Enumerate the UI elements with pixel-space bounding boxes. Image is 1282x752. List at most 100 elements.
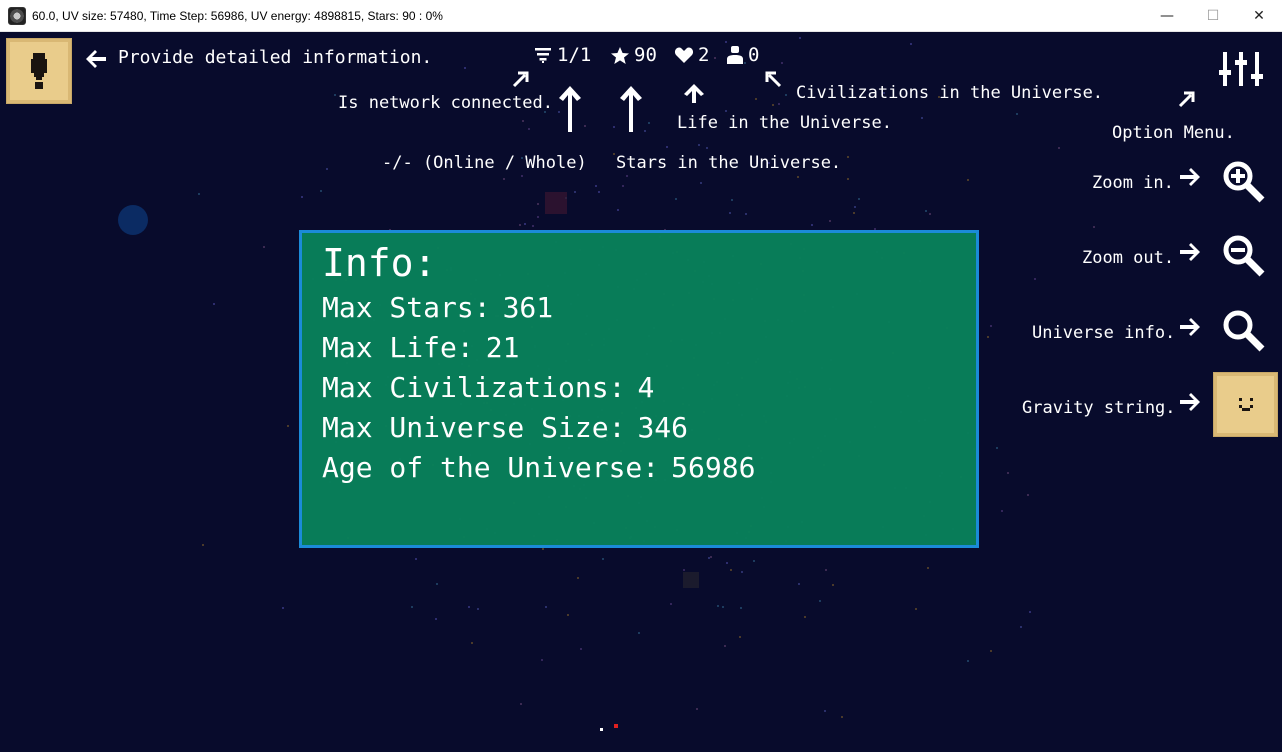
stars-count: 90 bbox=[634, 44, 657, 66]
background-dust bbox=[1034, 278, 1036, 280]
background-dust bbox=[574, 191, 576, 193]
background-dust bbox=[584, 125, 586, 127]
background-dust bbox=[617, 209, 619, 211]
background-dust bbox=[545, 606, 547, 608]
arrow-up-icon bbox=[684, 84, 704, 103]
background-dust bbox=[785, 94, 787, 96]
background-dust bbox=[670, 603, 672, 605]
minimize-button[interactable]: — bbox=[1144, 0, 1190, 31]
option-menu-button[interactable] bbox=[1218, 50, 1266, 90]
network-count: 1/1 bbox=[557, 44, 592, 66]
background-dust bbox=[638, 632, 640, 634]
background-dust bbox=[202, 544, 204, 546]
background-dust bbox=[847, 156, 849, 158]
background-dust bbox=[730, 569, 732, 571]
sliders-icon bbox=[1219, 52, 1263, 86]
arrow-right-icon bbox=[1180, 168, 1200, 186]
background-dust bbox=[532, 225, 534, 227]
background-dust bbox=[700, 182, 702, 184]
dark-patch bbox=[683, 572, 699, 588]
arrow-up-right-icon bbox=[1178, 91, 1195, 108]
civilizations-count: 0 bbox=[748, 44, 760, 66]
background-dust bbox=[811, 224, 813, 226]
background-dust bbox=[666, 146, 668, 148]
background-dust bbox=[987, 336, 989, 338]
nebula-patch bbox=[545, 192, 567, 214]
background-dust bbox=[753, 560, 755, 562]
window-controls: — ☐ ✕ bbox=[1144, 0, 1282, 31]
maximize-button[interactable]: ☐ bbox=[1190, 0, 1236, 31]
hint-civilizations: Civilizations in the Universe. bbox=[796, 83, 1104, 103]
hint-online-whole: -/- (Online / Whole) bbox=[382, 153, 587, 173]
app-icon bbox=[8, 6, 26, 25]
background-dust bbox=[1027, 494, 1029, 496]
background-dust bbox=[921, 117, 923, 119]
background-dust bbox=[287, 425, 289, 427]
background-dust bbox=[213, 303, 215, 305]
zoom-in-button[interactable] bbox=[1222, 160, 1266, 204]
arrow-up-left-icon bbox=[765, 71, 782, 88]
info-value: 4 bbox=[637, 371, 655, 404]
background-dust bbox=[477, 608, 479, 610]
background-dust bbox=[542, 548, 544, 550]
background-dust bbox=[1007, 472, 1009, 474]
network-status: 1/1 bbox=[533, 44, 591, 66]
background-dust bbox=[990, 650, 992, 652]
background-dust bbox=[847, 178, 849, 180]
background-dust bbox=[724, 645, 726, 647]
background-dust bbox=[829, 220, 831, 222]
background-dust bbox=[1016, 113, 1018, 115]
background-dust bbox=[522, 120, 524, 122]
background-dust bbox=[577, 577, 579, 579]
background-dust bbox=[725, 41, 727, 43]
life-count: 2 bbox=[698, 44, 710, 66]
background-dust bbox=[263, 246, 265, 248]
background-dust bbox=[595, 185, 597, 187]
background-dust bbox=[925, 210, 927, 212]
background-dust bbox=[320, 190, 322, 192]
background-dust bbox=[436, 583, 438, 585]
info-button[interactable] bbox=[6, 38, 72, 104]
magnifier-icon bbox=[1223, 310, 1265, 352]
hint-life: Life in the Universe. bbox=[677, 113, 892, 133]
info-row-max-stars: Max Stars: 361 bbox=[322, 291, 553, 324]
background-dust bbox=[990, 325, 992, 327]
signal-icon bbox=[535, 48, 551, 63]
chevron-down-icon bbox=[1238, 397, 1253, 411]
background-dust bbox=[435, 618, 437, 620]
info-label: Max Stars: bbox=[322, 291, 491, 324]
universe-info-button[interactable] bbox=[1222, 309, 1266, 353]
background-dust bbox=[910, 43, 912, 45]
background-dust bbox=[741, 571, 743, 573]
background-dust bbox=[602, 558, 604, 560]
background-dust bbox=[740, 607, 742, 609]
background-dust bbox=[927, 567, 929, 569]
background-dust bbox=[772, 104, 774, 106]
background-dust bbox=[334, 94, 336, 96]
background-dust bbox=[1001, 510, 1003, 512]
background-dust bbox=[841, 716, 843, 718]
background-dust bbox=[580, 648, 582, 650]
heart-icon bbox=[674, 47, 694, 63]
background-dust bbox=[598, 191, 600, 193]
arrow-up-icon bbox=[559, 86, 581, 132]
stars-status: 90 bbox=[610, 44, 657, 66]
window-title: 60.0, UV size: 57480, Time Step: 56986, … bbox=[32, 8, 443, 23]
info-value: 361 bbox=[502, 291, 554, 324]
background-dust bbox=[696, 708, 698, 710]
background-dust bbox=[520, 703, 522, 705]
background-dust bbox=[468, 606, 470, 608]
zoom-out-button[interactable] bbox=[1222, 234, 1266, 278]
gravity-string-button[interactable] bbox=[1213, 372, 1278, 437]
background-dust bbox=[819, 600, 821, 602]
background-dust bbox=[528, 128, 530, 130]
close-button[interactable]: ✕ bbox=[1236, 0, 1282, 31]
info-value: 21 bbox=[485, 331, 520, 364]
background-dust bbox=[798, 583, 800, 585]
background-dust bbox=[825, 569, 827, 571]
game-viewport[interactable]: Provide detailed information. 1/1 90 2 0 bbox=[0, 32, 1282, 752]
title-bar: 60.0, UV size: 57480, Time Step: 56986, … bbox=[0, 0, 1282, 32]
hint-zoom-out: Zoom out. bbox=[1082, 248, 1175, 268]
background-dust bbox=[282, 607, 284, 609]
zoom-out-icon bbox=[1223, 235, 1265, 277]
